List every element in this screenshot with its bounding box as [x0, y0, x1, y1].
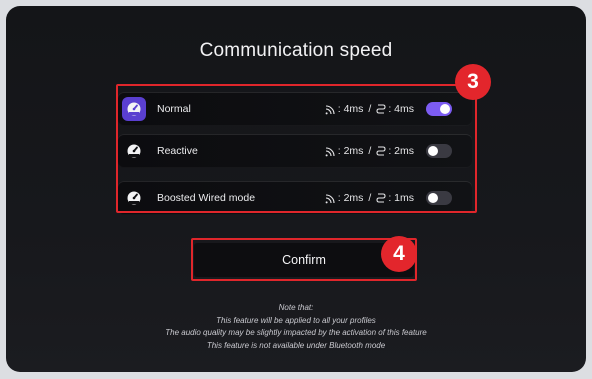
annotation-badge-4: 4 [381, 236, 417, 272]
note-line: This feature is not available under Blue… [206, 340, 386, 350]
page-title: Communication speed [199, 40, 393, 61]
settings-panel: Communication speed Normal : 4ms / : 4ms… [6, 6, 586, 372]
note-line: This feature will be applied to all your… [216, 315, 376, 325]
annotation-badge-3: 3 [455, 64, 491, 100]
note-line: The audio quality may be slightly impact… [165, 328, 427, 337]
feature-notes: Note that: This feature will be applied … [6, 302, 586, 352]
note-heading: Note that: [278, 303, 314, 312]
options-highlight [116, 84, 477, 213]
